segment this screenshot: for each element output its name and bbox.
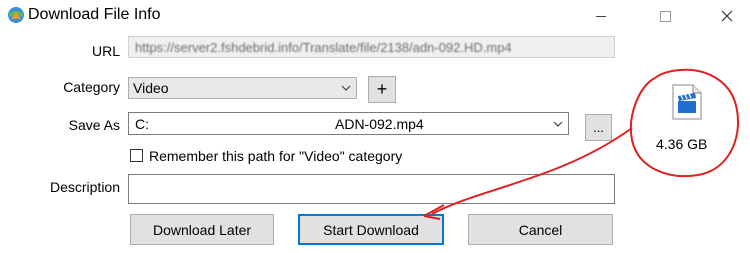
maximize-button[interactable] [642,0,688,32]
video-file-icon [672,84,702,120]
description-label: Description [49,179,120,195]
idm-globe-icon [8,7,24,23]
window-title: Download File Info [28,6,161,23]
url-label: URL [91,43,120,59]
category-label: Category [63,79,120,95]
minimize-icon [596,15,606,17]
category-selected: Video [133,80,169,96]
download-later-button[interactable]: Download Later [130,214,274,245]
save-path-prefix: C: [135,116,149,132]
add-category-button[interactable]: + [368,76,396,103]
category-select[interactable]: Video [128,77,357,99]
browse-button[interactable]: ... [585,114,612,141]
close-icon [721,10,733,22]
description-field[interactable] [128,174,615,204]
remember-path-label[interactable]: Remember this path for "Video" category [149,148,402,164]
save-path-filename: ADN-092.mp4 [335,116,424,132]
save-as-label: Save As [68,117,120,133]
save-as-field[interactable]: C: ADN-092.mp4 [128,112,569,135]
minimize-button[interactable] [578,0,624,32]
cancel-button[interactable]: Cancel [468,214,613,245]
file-size: 4.36 GB [656,136,708,152]
chevron-down-icon [553,121,563,127]
maximize-icon [659,10,671,22]
chevron-down-icon [341,85,351,91]
start-download-button[interactable]: Start Download [298,214,444,245]
remember-path-checkbox[interactable] [130,149,143,162]
url-value: https://server2.fshdebrid.info/Translate… [135,39,512,55]
title-bar: Download File Info [0,0,750,32]
url-field[interactable]: https://server2.fshdebrid.info/Translate… [128,36,615,58]
close-button[interactable] [704,0,750,32]
